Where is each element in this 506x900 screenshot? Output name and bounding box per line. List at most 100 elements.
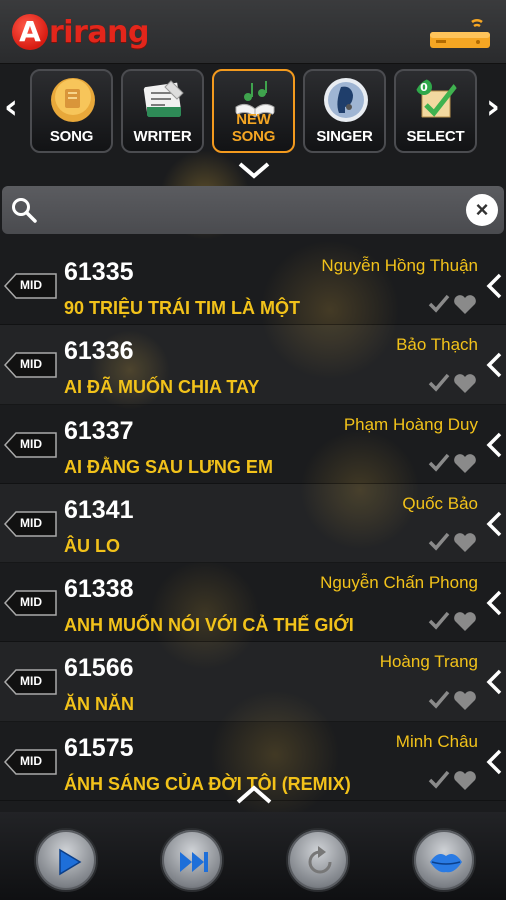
- song-title: AI ĐẰNG SAU LƯNG EM: [64, 456, 273, 477]
- song-code: 61337: [64, 416, 134, 445]
- search-bar: ×: [2, 186, 504, 234]
- chevron-left-icon[interactable]: [484, 431, 504, 459]
- repeat-icon: [308, 846, 332, 874]
- song-title: 90 TRIỆU TRÁI TIM LÀ MỘT: [64, 298, 300, 318]
- check-icon[interactable]: [428, 374, 450, 392]
- player-bar: [0, 812, 506, 900]
- next-button[interactable]: [160, 828, 224, 892]
- play-icon: [59, 848, 82, 876]
- song-row[interactable]: MID 61566 ĂN NĂN Hoàng Trang: [0, 642, 506, 722]
- writer-icon: [143, 80, 184, 117]
- row-actions: [428, 532, 476, 552]
- row-actions: [428, 612, 476, 632]
- song-code: 61566: [64, 654, 134, 683]
- category-select[interactable]: 0 SELECT: [394, 69, 477, 153]
- search-input[interactable]: [46, 194, 456, 226]
- song-code: 61338: [64, 575, 134, 604]
- song-row[interactable]: MID 61338 ANH MUỐN NÓI VỚI CẢ THẾ GIỚI Nguy…: [0, 563, 506, 643]
- song-title: ÁNH SÁNG CỦA ĐỜI TÔI (REMIX): [64, 773, 351, 794]
- category-song[interactable]: SONG: [30, 69, 113, 153]
- category-label: SINGER: [316, 128, 373, 145]
- heart-icon[interactable]: [454, 374, 476, 394]
- select-icon: 0: [416, 79, 458, 118]
- chevron-left-icon[interactable]: [484, 589, 504, 617]
- row-actions: [428, 453, 476, 473]
- song-row[interactable]: MID 61336 AI ĐÃ MUỐN CHIA TAY Bảo Thạch: [0, 325, 506, 405]
- song-code: 61336: [64, 337, 134, 366]
- song-row[interactable]: MID 61335 90 TRIỆU TRÁI TIM LÀ MỘT Nguyễn H…: [0, 246, 506, 326]
- heart-icon[interactable]: [454, 770, 476, 790]
- arirang-logo: A rirang: [12, 12, 149, 52]
- category-new-song[interactable]: NEW SONG: [212, 69, 295, 153]
- chevron-left-icon[interactable]: [484, 668, 504, 696]
- song-row[interactable]: MID 61341 ÂU LO Quốc Bảo: [0, 483, 506, 564]
- next-track-icon: [180, 852, 208, 872]
- chevron-left-icon[interactable]: [484, 748, 504, 776]
- singer-name: Nguyễn Hồng Thuận: [321, 256, 478, 275]
- chevron-down-icon[interactable]: [236, 160, 272, 180]
- heart-icon[interactable]: [454, 453, 476, 473]
- singer-name: Bảo Thạch: [396, 335, 478, 355]
- mid-tag: MID: [20, 515, 42, 530]
- song-code: 61575: [64, 733, 134, 762]
- category-bar: ‹ SONG WRITER NEW SONG SINGER 0 SELECT ›: [0, 65, 506, 155]
- heart-icon[interactable]: [454, 295, 476, 314]
- select-badge: 0: [420, 81, 428, 94]
- heart-icon[interactable]: [454, 533, 476, 552]
- check-icon[interactable]: [428, 294, 450, 313]
- singer-name: Minh Châu: [395, 731, 478, 751]
- song-code: 61335: [64, 258, 134, 286]
- check-icon[interactable]: [428, 770, 450, 789]
- category-singer[interactable]: SINGER: [303, 69, 386, 153]
- scroll-left-button[interactable]: ‹: [4, 87, 18, 127]
- category-label: WRITER: [133, 128, 192, 145]
- row-actions: [428, 770, 476, 790]
- search-icon: [12, 198, 37, 223]
- mid-tag: MID: [20, 595, 42, 610]
- singer-icon: [324, 78, 368, 122]
- song-title: ANH MUỐN NÓI VỚI CẢ THẾ GIỚI: [64, 615, 354, 636]
- check-icon[interactable]: [428, 691, 450, 710]
- song-code: 61341: [64, 495, 134, 524]
- row-actions: [428, 691, 476, 711]
- mid-tag: MID: [20, 753, 42, 768]
- category-label: SONG: [49, 128, 94, 145]
- logo-letter: A: [12, 14, 48, 50]
- app-header: A rirang: [0, 0, 506, 64]
- singer-name: Phạm Hoàng Duy: [343, 414, 478, 434]
- chevron-left-icon[interactable]: [484, 510, 504, 538]
- chevron-left-icon[interactable]: [484, 272, 504, 300]
- mid-tag: MID: [20, 278, 42, 292]
- logo-text: rirang: [49, 14, 149, 50]
- clear-search-button[interactable]: ×: [466, 194, 498, 226]
- vocal-button[interactable]: [412, 828, 476, 892]
- category-label: SELECT: [406, 128, 465, 145]
- check-icon[interactable]: [428, 612, 450, 630]
- singer-name: Quốc Bảo: [402, 493, 478, 513]
- mid-tag: MID: [20, 436, 42, 451]
- song-title: ĂN NĂN: [64, 694, 134, 715]
- row-actions: [428, 294, 476, 314]
- scroll-right-button[interactable]: ›: [486, 87, 500, 127]
- karaoke-device-icon[interactable]: [428, 14, 492, 54]
- check-icon[interactable]: [428, 453, 450, 472]
- chevron-up-icon[interactable]: [234, 784, 274, 806]
- play-button[interactable]: [34, 828, 98, 892]
- heart-icon[interactable]: [454, 691, 476, 711]
- category-writer[interactable]: WRITER: [121, 69, 204, 153]
- song-row[interactable]: MID 61337 AI ĐẰNG SAU LƯNG EM Phạm Hoàng Du…: [0, 405, 506, 484]
- mid-tag: MID: [20, 674, 42, 689]
- repeat-button[interactable]: [286, 828, 350, 892]
- mid-tag: MID: [20, 357, 42, 372]
- singer-name: Nguyễn Chấn Phong: [320, 573, 478, 593]
- category-label: NEW SONG: [231, 111, 276, 145]
- check-icon[interactable]: [428, 532, 450, 551]
- song-list: MID 61335 90 TRIỆU TRÁI TIM LÀ MỘT Nguyễn H…: [0, 246, 506, 802]
- lips-icon: [430, 854, 462, 873]
- singer-name: Hoàng Trang: [379, 652, 478, 672]
- song-icon: [51, 78, 95, 122]
- heart-icon[interactable]: [454, 612, 476, 632]
- row-actions: [428, 374, 476, 394]
- song-title: ÂU LO: [64, 535, 120, 556]
- chevron-left-icon[interactable]: [484, 351, 504, 379]
